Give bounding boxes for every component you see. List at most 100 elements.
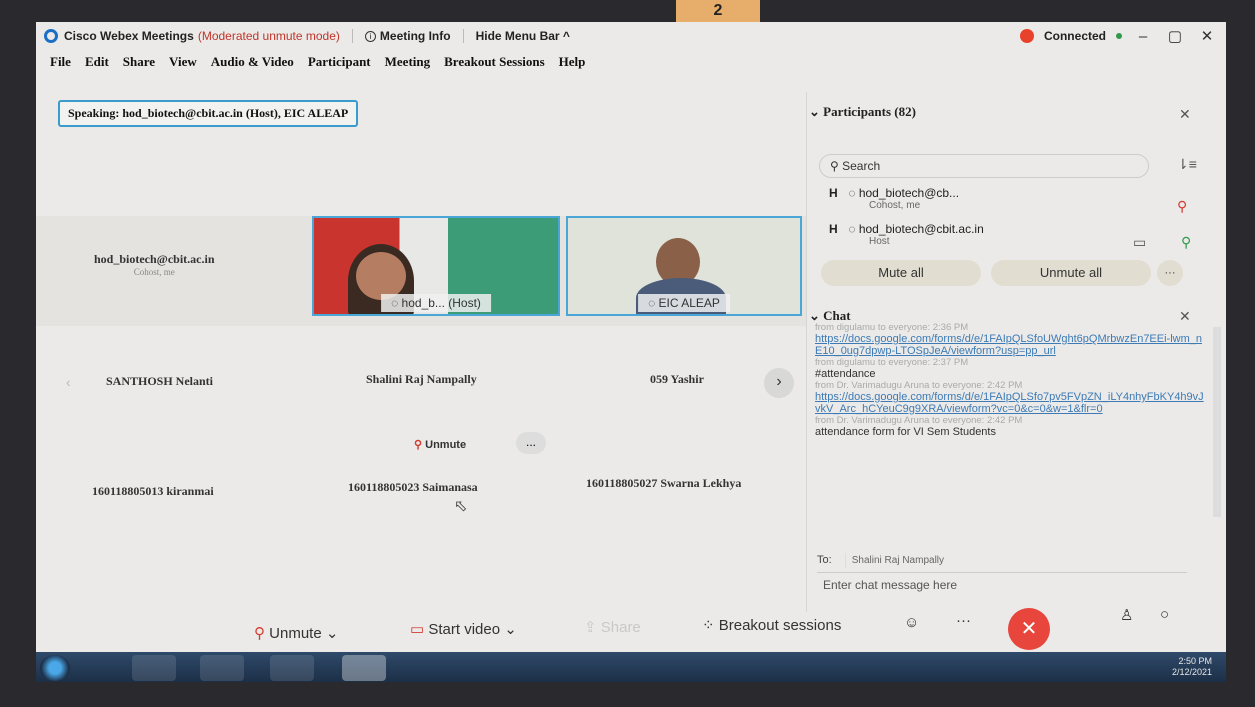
hide-menu-button[interactable]: Hide Menu Bar ^ <box>476 29 570 43</box>
chat-scrollbar[interactable] <box>1213 327 1221 517</box>
webex-logo-icon <box>44 29 58 43</box>
chrome-taskbar-icon[interactable] <box>270 655 314 681</box>
menu-participant[interactable]: Participant <box>308 54 371 70</box>
reactions-icon[interactable]: ☺ <box>904 614 919 631</box>
unmute-all-button[interactable]: Unmute all <box>991 260 1151 286</box>
face <box>356 252 406 300</box>
video-tile-eic[interactable]: ◌ EIC ALEAP <box>566 216 802 316</box>
monitor-tag: 2 <box>676 0 760 22</box>
unmute-button[interactable]: ⚲ Unmute ⌄ <box>254 624 338 642</box>
divider <box>351 29 353 43</box>
menu-audio-video[interactable]: Audio & Video <box>211 54 294 70</box>
meeting-info-button[interactable]: Meeting Info <box>380 29 451 43</box>
app-title: Cisco Webex Meetings <box>64 29 194 43</box>
menu-bar: File Edit Share View Audio & Video Parti… <box>36 50 1226 74</box>
next-page-button[interactable]: › <box>764 368 794 398</box>
mic-icon: ◌ <box>848 186 859 200</box>
chat-icon[interactable]: ○ <box>1160 606 1169 623</box>
clock-time: 2:50 PM <box>1178 656 1212 666</box>
tile-more-button[interactable]: ... <box>516 432 546 454</box>
restore-icon[interactable]: ▢ <box>1164 27 1186 45</box>
participants-close-icon[interactable]: ✕ <box>1179 106 1191 123</box>
chevron-down-icon: ⌄ <box>809 104 824 119</box>
explorer-taskbar-icon[interactable] <box>132 655 176 681</box>
connected-icon <box>1019 29 1034 43</box>
menu-edit[interactable]: Edit <box>85 54 109 70</box>
prev-page-icon[interactable]: ‹ <box>66 374 71 390</box>
connection-status[interactable]: Connected <box>1044 29 1106 43</box>
title-bar: Cisco Webex Meetings (Moderated unmute m… <box>36 22 1226 50</box>
mic-active-icon[interactable]: ⚲ <box>1181 234 1191 251</box>
chat-text: #attendance <box>815 368 876 380</box>
menu-help[interactable]: Help <box>559 54 586 70</box>
avatar: H <box>829 186 838 200</box>
start-video-button[interactable]: ▭ Start video ⌄ <box>410 620 517 638</box>
info-icon: i <box>364 30 376 42</box>
video-tile-host[interactable]: ◌ hod_b... (Host) <box>312 216 560 316</box>
participants-more-button[interactable]: ··· <box>1157 260 1183 286</box>
participants-header[interactable]: ⌄ Participants (82) <box>809 104 916 120</box>
participant-row[interactable]: H ◌ hod_biotech@cb... Cohost, me <box>829 186 959 211</box>
tile-yashir[interactable]: 059 Yashir <box>650 372 704 387</box>
sort-icon[interactable]: ⇂≡ <box>1177 156 1197 173</box>
participant-row[interactable]: H ◌ hod_biotech@cbit.ac.in Host <box>829 222 984 247</box>
mouse-cursor-icon: ⬁ <box>454 498 468 515</box>
mic-icon: ◌ <box>648 296 659 310</box>
chat-meta: from digulamu to everyone: 2:37 PM <box>815 357 969 368</box>
webex-taskbar-icon[interactable] <box>342 655 386 681</box>
tile-host-role: Cohost, me <box>133 267 175 277</box>
chat-recipient-select[interactable]: To: Shalini Raj Nampally <box>817 547 1187 573</box>
chat-link[interactable]: https://docs.google.com/forms/d/e/1FAIpQ… <box>815 391 1207 415</box>
chat-input[interactable]: Enter chat message here <box>823 578 957 592</box>
mute-all-button[interactable]: Mute all <box>821 260 981 286</box>
participant-role: Host <box>869 236 890 247</box>
chat-meta: from Dr. Varimadugu Aruna to everyone: 2… <box>815 415 1023 426</box>
menu-breakout[interactable]: Breakout Sessions <box>444 54 545 70</box>
tile-saimanasa[interactable]: 160118805023 Saimanasa <box>348 480 478 495</box>
avatar: H <box>829 222 838 236</box>
media-player-taskbar-icon[interactable] <box>200 655 244 681</box>
tile-host[interactable]: hod_biotech@cbit.ac.in Cohost, me <box>94 252 215 277</box>
camera-icon[interactable]: ▭ <box>1133 234 1146 251</box>
tile-kiranmai[interactable]: 160118805013 kiranmai <box>92 484 214 499</box>
mode-label: (Moderated unmute mode) <box>197 29 340 43</box>
to-label: To: <box>817 554 832 566</box>
menu-share[interactable]: Share <box>123 54 155 70</box>
chat-meta: from digulamu to everyone: 2:36 PM <box>815 322 969 333</box>
tile-swarna[interactable]: 160118805027 Swarna Lekhya <box>586 476 741 491</box>
side-panel: ⌄ Participants (82) ✕ ⚲ Search ⇂≡ H ◌ ho… <box>806 92 1226 612</box>
menu-meeting[interactable]: Meeting <box>385 54 430 70</box>
chat-text: attendance form for VI Sem Students <box>815 426 996 438</box>
end-meeting-button[interactable]: ✕ <box>1008 608 1050 650</box>
share-button[interactable]: ⇪ Share <box>584 618 641 636</box>
close-icon[interactable]: ✕ <box>1196 27 1218 45</box>
start-button[interactable] <box>40 655 70 681</box>
participant-name: hod_biotech@cb... <box>858 186 960 200</box>
share-icon: ⇪ <box>584 619 601 636</box>
participants-icon[interactable]: ♙ <box>1120 606 1133 624</box>
breakout-icon: ⁘ <box>702 617 719 634</box>
video-off-icon: ▭ <box>410 621 429 638</box>
menu-file[interactable]: File <box>50 54 71 70</box>
minimize-icon[interactable]: – <box>1132 28 1154 45</box>
taskbar-clock[interactable]: 2:50 PM 2/12/2021 <box>1172 656 1212 678</box>
search-icon: ⚲ <box>830 159 843 173</box>
mic-off-icon: ⚲ <box>254 625 270 642</box>
tile-santhosh[interactable]: SANTHOSH Nelanti <box>106 374 213 389</box>
video-stage: hod_biotech@cbit.ac.in Cohost, me ◌ hod_… <box>36 134 806 534</box>
breakout-sessions-button[interactable]: ⁘ Breakout sessions <box>702 616 841 634</box>
tile-shalini[interactable]: Shalini Raj Nampally <box>366 372 477 387</box>
chat-link[interactable]: https://docs.google.com/forms/d/e/1FAIpQ… <box>815 333 1207 357</box>
status-dot-icon <box>1116 33 1122 39</box>
more-options-icon[interactable]: ··· <box>956 612 971 629</box>
video1-label: ◌ hod_b... (Host) <box>381 294 491 312</box>
clock-date: 2/12/2021 <box>1171 667 1212 677</box>
title-bar-right: Connected – ▢ ✕ <box>1019 22 1218 50</box>
participant-search-input[interactable]: ⚲ Search <box>819 154 1149 178</box>
mic-icon: ◌ <box>848 222 859 236</box>
tile-unmute-button[interactable]: ⚲ Unmute <box>414 438 466 451</box>
mic-muted-icon: ◌ <box>391 296 402 310</box>
divider <box>462 29 464 43</box>
menu-view[interactable]: View <box>169 54 197 70</box>
mic-muted-icon[interactable]: ⚲ <box>1177 198 1187 215</box>
